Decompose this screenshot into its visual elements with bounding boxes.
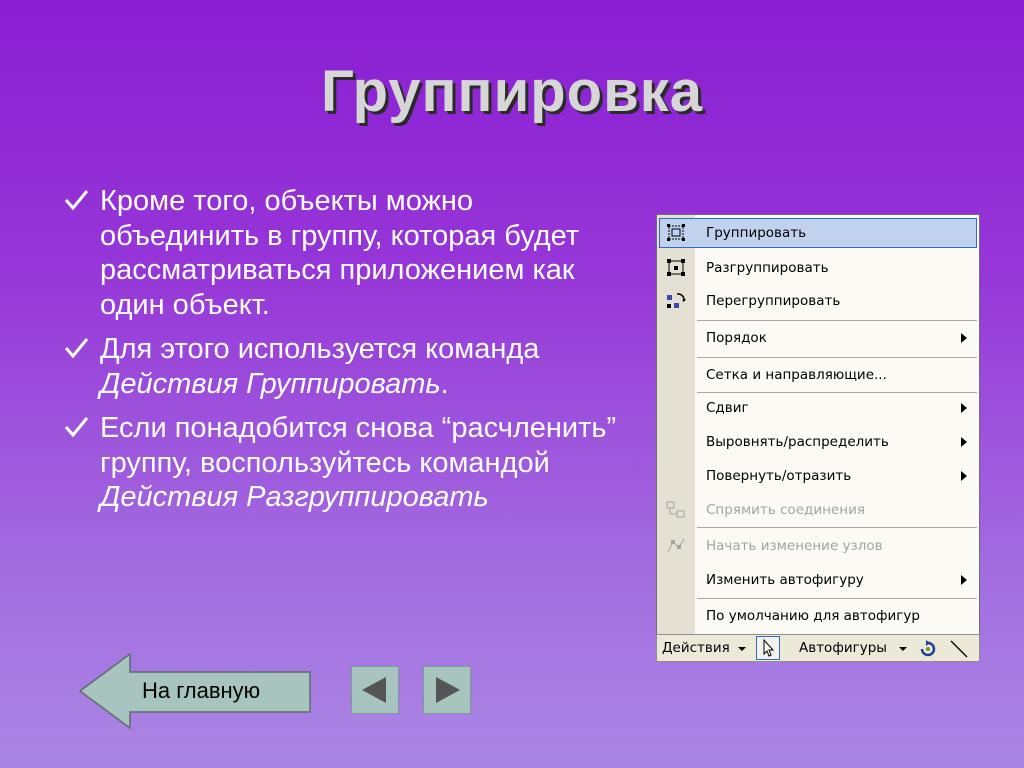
- triangle-right-icon: [436, 677, 460, 703]
- menu-item-align-distribute[interactable]: Выровнять/распределить: [657, 427, 979, 457]
- menu-item-order[interactable]: Порядок: [657, 323, 979, 353]
- menu-item-grid-guides[interactable]: Сетка и направляющие...: [657, 360, 979, 390]
- menu-item-label: Спрямить соединения: [706, 502, 865, 518]
- actions-menu-button[interactable]: Действия: [662, 640, 730, 656]
- menu-item-label: Разгруппировать: [706, 260, 829, 276]
- autoshapes-dropdown-arrow-icon[interactable]: [899, 647, 907, 651]
- menu-item-edit-points: Начать изменение узлов: [657, 531, 979, 561]
- drawing-toolbar: Действия Автофигуры: [656, 634, 980, 662]
- menu-item-nudge[interactable]: Сдвиг: [657, 393, 979, 423]
- menu-item-rotate-flip[interactable]: Повернуть/отразить: [657, 461, 979, 491]
- bullet-text: Для этого используется команда: [100, 333, 540, 365]
- slide-title: Группировка: [320, 59, 704, 124]
- straighten-connectors-icon: [666, 501, 685, 518]
- triangle-left-icon: [362, 677, 386, 703]
- bullet-italic-text: Действия Разгруппировать: [100, 481, 489, 513]
- submenu-arrow-icon: [961, 575, 967, 585]
- checkmark-icon: [64, 190, 89, 211]
- line-tool-icon[interactable]: [947, 638, 971, 660]
- submenu-arrow-icon: [961, 333, 967, 343]
- menu-item-ungroup[interactable]: Разгруппировать: [657, 253, 979, 283]
- menu-item-autoshape-defaults[interactable]: По умолчанию для автофигур: [657, 601, 979, 631]
- autoshapes-menu-button[interactable]: Автофигуры: [799, 640, 887, 656]
- edit-points-icon: [667, 538, 685, 553]
- menu-item-change-autoshape[interactable]: Изменить автофигуру: [657, 565, 979, 595]
- bullet-item: Если понадобится снова “расчленить” груп…: [62, 411, 622, 515]
- bullet-item: Для этого используется команда Действия …: [62, 332, 622, 401]
- checkmark-icon: [64, 338, 89, 359]
- next-slide-button[interactable]: [423, 666, 471, 714]
- actions-menu: Группировать Разгруппировать Перегруппир…: [656, 214, 980, 661]
- select-objects-button[interactable]: [756, 636, 780, 660]
- regroup-icon: [667, 293, 686, 308]
- menu-item-label: Повернуть/отразить: [706, 468, 852, 484]
- bullet-list: Кроме того, объекты можно объединить в г…: [62, 184, 622, 525]
- menu-separator: [697, 527, 977, 528]
- bullet-italic-text: Действия Группировать: [100, 367, 441, 400]
- menu-item-regroup[interactable]: Перегруппировать: [657, 286, 979, 316]
- checkmark-icon: [64, 417, 89, 438]
- cursor-arrow-icon: [763, 638, 775, 657]
- menu-separator: [697, 598, 977, 599]
- submenu-arrow-icon: [961, 471, 967, 481]
- ungroup-icon: [667, 259, 685, 276]
- submenu-arrow-icon: [961, 437, 967, 447]
- menu-item-label: Начать изменение узлов: [706, 538, 883, 554]
- menu-separator: [697, 357, 977, 358]
- actions-dropdown-arrow-icon[interactable]: [738, 647, 746, 651]
- menu-item-label: Порядок: [706, 330, 767, 346]
- submenu-arrow-icon: [961, 403, 967, 413]
- menu-item-label: Перегруппировать: [706, 293, 841, 309]
- menu-separator: [697, 320, 977, 321]
- bullet-text: Кроме того, объекты можно объединить в г…: [100, 185, 580, 321]
- menu-item-label: По умолчанию для автофигур: [706, 608, 920, 624]
- home-button-label: На главную: [142, 678, 261, 703]
- menu-item-group[interactable]: Группировать: [659, 218, 977, 248]
- bullet-text: Если понадобится снова “расчленить” груп…: [100, 412, 617, 479]
- menu-item-straighten-connectors: Спрямить соединения: [657, 495, 979, 525]
- menu-item-label: Выровнять/распределить: [706, 434, 889, 450]
- menu-item-label: Группировать: [706, 225, 807, 241]
- menu-item-label: Сетка и направляющие...: [706, 367, 887, 383]
- bullet-text-end: .: [440, 367, 449, 400]
- menu-item-label: Изменить автофигуру: [706, 572, 864, 588]
- group-icon: [667, 224, 685, 241]
- free-rotate-icon[interactable]: [917, 638, 939, 660]
- bullet-item: Кроме того, объекты можно объединить в г…: [62, 184, 622, 322]
- prev-slide-button[interactable]: [351, 666, 399, 714]
- menu-item-label: Сдвиг: [706, 400, 749, 416]
